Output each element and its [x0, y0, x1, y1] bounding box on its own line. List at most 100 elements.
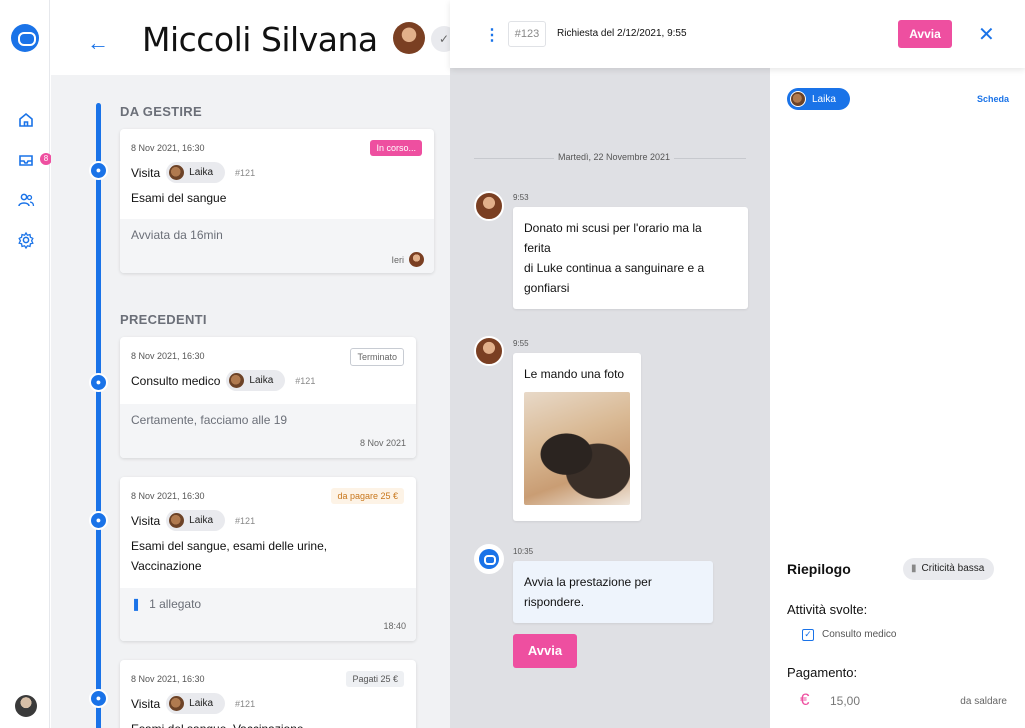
- card-description-line: Vaccinazione: [131, 559, 202, 573]
- section-title-past: PRECEDENTI: [120, 312, 207, 327]
- pet-name: Laika: [189, 698, 214, 709]
- payment-title: Pagamento:: [787, 665, 858, 680]
- card-title-row: Visita Laika #121: [131, 693, 255, 714]
- card-footer-meta: 18:40: [383, 621, 406, 631]
- card-footer-text: Certamente, facciamo alle 19: [131, 413, 288, 427]
- pet-name: Laika: [189, 167, 214, 178]
- attachment-link[interactable]: ❚ 1 allegato: [131, 597, 201, 611]
- card-date: 8 Nov 2021, 16:30: [131, 674, 205, 684]
- card-description: Esami del sangue: [131, 191, 227, 205]
- pet-selector[interactable]: Laika: [787, 88, 850, 110]
- pet-avatar: [169, 165, 185, 180]
- logo-icon[interactable]: [11, 24, 39, 52]
- timeline-card[interactable]: 8 Nov 2021, 16:30 In corso... Visita Lai…: [120, 129, 434, 273]
- card-footer-time: 18:40: [383, 621, 406, 631]
- criticality-label: Criticità bassa: [921, 563, 985, 574]
- users-icon[interactable]: [17, 191, 35, 209]
- settings-icon[interactable]: [17, 231, 35, 249]
- start-button[interactable]: Avvia: [898, 20, 952, 48]
- nav-rail: 8: [0, 0, 52, 728]
- card-date: 8 Nov 2021, 16:30: [131, 491, 205, 501]
- thermometer-icon: ▮: [911, 563, 917, 574]
- pet-avatar: [169, 696, 185, 711]
- pet-name: Laika: [189, 515, 214, 526]
- card-footer-meta: Ieri: [391, 252, 424, 267]
- card-type: Consulto medico: [131, 373, 221, 388]
- activity-label: Consulto medico: [822, 629, 897, 640]
- message-text: Le mando una foto: [524, 367, 625, 381]
- message-bubble: Donato mi scusi per l'orario ma la ferit…: [513, 207, 748, 309]
- vet-avatar: [409, 252, 424, 267]
- timeline-card[interactable]: 8 Nov 2021, 16:30 Terminato Consulto med…: [120, 337, 416, 458]
- inbox-icon[interactable]: [17, 151, 35, 169]
- card-footer-text: Avviata da 16min: [131, 228, 223, 242]
- message-time: 9:53: [513, 193, 529, 202]
- activities-title: Attività svolte:: [787, 602, 868, 617]
- timeline-line: [96, 103, 101, 728]
- close-icon[interactable]: ✕: [978, 22, 995, 47]
- check-icon[interactable]: ✓: [431, 26, 450, 52]
- pet-name: Laika: [249, 375, 274, 386]
- pet-avatar: [229, 373, 245, 388]
- timeline-card[interactable]: 8 Nov 2021, 16:30 da pagare 25 € Visita …: [120, 477, 416, 641]
- back-arrow-icon[interactable]: ←: [87, 30, 109, 56]
- summary-title: Riepilogo: [787, 561, 851, 577]
- card-footer: Certamente, facciamo alle 19 8 Nov 2021: [120, 404, 416, 458]
- client-avatar: [393, 22, 425, 54]
- payment-amount[interactable]: 15,00: [830, 694, 860, 708]
- user-avatar[interactable]: [15, 695, 37, 717]
- activity-checkbox[interactable]: ✓: [802, 629, 814, 641]
- pet-chip[interactable]: Laika: [166, 693, 226, 714]
- pet-chip[interactable]: Laika: [226, 370, 286, 391]
- card-code: #121: [235, 167, 256, 178]
- ticket-number: #123: [508, 21, 546, 47]
- message-line: di Luke continua a sanguinare e a: [524, 261, 705, 275]
- thermometer-icon: ●: [89, 161, 108, 180]
- card-title-row: Visita Laika #121: [131, 510, 255, 531]
- pet-chip[interactable]: Laika: [166, 510, 226, 531]
- message-time: 10:35: [513, 547, 534, 556]
- card-description: Esami del sangue, Vaccinazione: [131, 719, 304, 728]
- card-footer-meta: 8 Nov 2021: [360, 438, 406, 448]
- card-type: Visita: [131, 513, 161, 528]
- payment-badge: Pagati 25 €: [346, 671, 404, 687]
- day-label: Martedì, 22 Novembre 2021: [554, 152, 675, 162]
- message-line: Donato mi scusi per l'orario ma la: [524, 221, 702, 235]
- home-icon[interactable]: [17, 111, 35, 129]
- card-footer: Avviata da 16min Ieri: [120, 219, 434, 273]
- criticality-badge[interactable]: ▮ Criticità bassa: [903, 558, 995, 580]
- paperclip-icon: ❚: [131, 597, 142, 611]
- client-avatar: [474, 336, 504, 366]
- status-badge: Terminato: [350, 348, 404, 366]
- attached-photo[interactable]: [524, 392, 630, 505]
- request-date: Richiesta del 2/12/2021, 9:55: [557, 28, 687, 39]
- pet-chip[interactable]: Laika: [166, 162, 226, 183]
- message-line: ferita: [524, 241, 551, 255]
- card-type: Visita: [131, 165, 161, 180]
- card-description: Esami del sangue, esami delle urine, Vacc…: [131, 536, 327, 576]
- start-service-button[interactable]: Avvia: [513, 634, 577, 668]
- thermometer-icon: ●: [89, 689, 108, 708]
- more-vertical-icon[interactable]: ⋮: [484, 25, 500, 45]
- card-footer-date: Ieri: [391, 254, 404, 265]
- card-description-line: Esami del sangue, esami delle urine,: [131, 539, 328, 553]
- payment-badge: da pagare 25 €: [331, 488, 404, 504]
- card-title-row: Consulto medico Laika #121: [131, 370, 315, 391]
- timeline-card[interactable]: 8 Nov 2021, 16:30 Pagati 25 € Visita Lai…: [120, 660, 416, 728]
- status-badge: In corso...: [370, 140, 422, 156]
- card-type: Visita: [131, 696, 161, 711]
- message-bubble: Le mando una foto: [513, 353, 641, 521]
- card-code: #121: [295, 375, 316, 386]
- pet-record-link[interactable]: Scheda: [977, 94, 1009, 104]
- app-bot-icon: [474, 544, 504, 574]
- message-time: 9:55: [513, 339, 529, 348]
- section-title-active: DA GESTIRE: [120, 104, 202, 119]
- page-header: ← Miccoli Silvana ✓: [51, 0, 450, 75]
- pet-avatar: [169, 513, 185, 528]
- pet-avatar: [790, 91, 806, 107]
- pet-name: Laika: [812, 93, 836, 105]
- request-panel-header: ⋮ #123 Richiesta del 2/12/2021, 9:55 Avv…: [450, 0, 1025, 68]
- attachment-label: 1 allegato: [149, 597, 202, 611]
- message-line: Avvia la prestazione per: [524, 575, 652, 589]
- card-date: 8 Nov 2021, 16:30: [131, 351, 205, 361]
